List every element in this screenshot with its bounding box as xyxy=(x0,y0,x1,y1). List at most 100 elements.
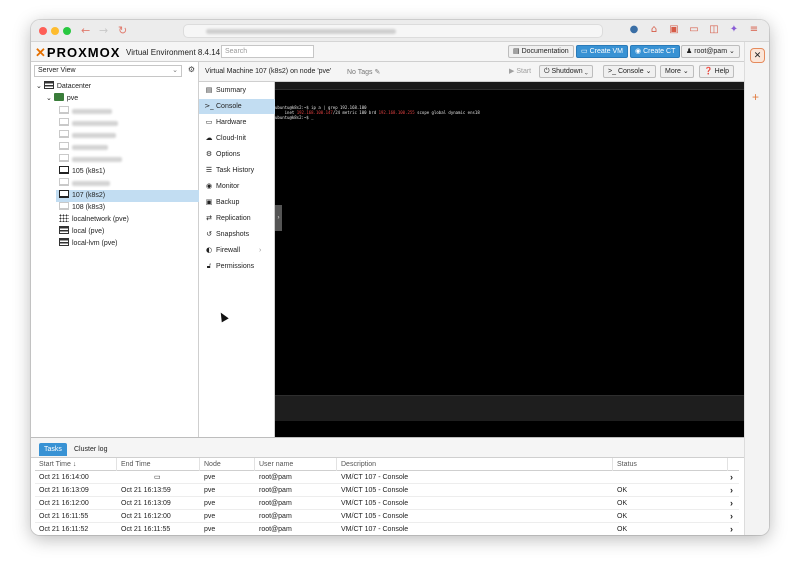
search-input[interactable]: Search xyxy=(221,45,314,58)
window-icon[interactable]: ▭ xyxy=(688,24,700,36)
col-start-time[interactable]: Start Time ↓ xyxy=(35,458,117,471)
vm-console[interactable]: ubuntu@k8s2:~$ ip a | grep 192.168.100 i… xyxy=(275,82,744,437)
tree-item-hidden[interactable] xyxy=(59,130,116,142)
tree-item-local-lvm[interactable]: local-lvm (pve) xyxy=(59,238,118,250)
menu-summary[interactable]: ▤ Summary xyxy=(199,83,275,98)
storage-icon xyxy=(59,238,69,247)
reload-icon[interactable]: ↻ xyxy=(118,24,127,37)
vm-running-icon xyxy=(59,166,69,175)
shutdown-button[interactable]: ⏻ Shutdown ⌄ xyxy=(539,65,593,78)
close-window-button[interactable] xyxy=(39,27,47,35)
minimize-window-button[interactable] xyxy=(51,27,59,35)
menu-monitor[interactable]: ◉ Monitor xyxy=(199,179,275,194)
chevron-right-icon[interactable]: › xyxy=(730,484,733,497)
chevron-right-icon[interactable]: › xyxy=(730,471,733,484)
tree-item-local[interactable]: local (pve) xyxy=(59,226,104,238)
vm-stopped-icon xyxy=(59,202,69,211)
sidebar-icon[interactable]: ◫ xyxy=(708,24,720,36)
create-ct-button[interactable]: ◉ Create CT xyxy=(630,45,681,58)
start-button[interactable]: ▶ Start xyxy=(504,65,536,78)
menu-firewall[interactable]: ◐ Firewall › xyxy=(199,243,275,258)
console-sidebar-toggle[interactable]: › xyxy=(275,205,282,231)
cell-user: root@pam xyxy=(259,487,292,494)
address-bar[interactable] xyxy=(183,24,603,38)
menu-cloud-init[interactable]: ☁ Cloud-Init xyxy=(199,131,275,146)
tree-datacenter[interactable]: ⌄ Datacenter xyxy=(36,81,91,93)
browser-toolbar: ← → ↻ ● ⌂ ▣ ▭ ◫ ✦ ≡ xyxy=(31,20,769,42)
extension-icon[interactable]: ● xyxy=(628,24,640,36)
tab-cluster-log[interactable]: Cluster log xyxy=(69,443,112,456)
ai-icon[interactable]: ✦ xyxy=(728,24,740,36)
tree-item-hidden[interactable] xyxy=(59,118,118,130)
add-icon[interactable]: + xyxy=(752,90,759,104)
documentation-button[interactable]: ▤ Documentation xyxy=(508,45,574,58)
chevron-right-icon[interactable]: › xyxy=(730,510,733,523)
menu-console[interactable]: >_ Console xyxy=(199,99,275,114)
tags-label[interactable]: No Tags ✎ xyxy=(347,68,380,76)
table-row[interactable]: Oct 21 16:12:00 Oct 21 16:13:09 pve root… xyxy=(35,497,739,510)
tree-item-hidden[interactable] xyxy=(59,142,108,154)
menu-backup[interactable]: ▣ Backup xyxy=(199,195,275,210)
cell-desc: VM/CT 107 - Console xyxy=(341,526,409,533)
col-end-time[interactable]: End Time xyxy=(117,458,200,471)
menu-replication[interactable]: ⇄ Replication xyxy=(199,211,275,226)
menu-hardware[interactable]: ▭ Hardware xyxy=(199,115,275,130)
cell-status xyxy=(613,471,617,484)
summary-icon: ▤ xyxy=(205,86,213,94)
menu-permissions[interactable]: 🔓︎ Permissions xyxy=(199,259,275,274)
forward-icon[interactable]: → xyxy=(99,24,108,37)
sort-down-icon: ↓ xyxy=(72,461,77,468)
gear-icon[interactable]: ⚙ xyxy=(186,65,197,77)
menu-task-history[interactable]: ☰ Task History xyxy=(199,163,275,178)
collapse-icon[interactable]: « xyxy=(752,534,758,535)
menu-snapshots[interactable]: ↺ Snapshots xyxy=(199,227,275,242)
home-icon[interactable]: ⌂ xyxy=(648,24,660,36)
proxmox-tab-icon[interactable]: ✕ xyxy=(750,48,765,63)
col-node[interactable]: Node xyxy=(200,458,255,471)
create-vm-button[interactable]: ▭ Create VM xyxy=(576,45,629,58)
console-bottom-bar xyxy=(275,395,744,421)
tasks-tabbar: Tasks Cluster log xyxy=(31,438,744,458)
tree-item-localnetwork[interactable]: localnetwork (pve) xyxy=(59,214,129,226)
console-top-bar xyxy=(275,82,744,90)
chevron-down-icon: ⌄ xyxy=(172,67,178,74)
cell-start: Oct 21 16:11:55 xyxy=(39,513,89,520)
chevron-right-icon[interactable]: › xyxy=(730,497,733,510)
pencil-icon[interactable]: ✎ xyxy=(375,69,381,76)
table-row[interactable]: Oct 21 16:11:52 Oct 21 16:11:55 pve root… xyxy=(35,523,739,535)
table-row[interactable]: Oct 21 16:14:00 ▭ pve root@pam VM/CT 107… xyxy=(35,471,739,484)
view-selector[interactable]: Server View ⌄ xyxy=(34,65,182,77)
table-row[interactable]: Oct 21 16:11:55 Oct 21 16:12:00 pve root… xyxy=(35,510,739,523)
terminal-output[interactable]: ubuntu@k8s2:~$ ip a | grep 192.168.100 i… xyxy=(275,105,480,120)
menu-options[interactable]: ⚙ Options xyxy=(199,147,275,162)
tree-item-hidden[interactable] xyxy=(59,154,122,166)
cell-user: root@pam xyxy=(259,513,292,520)
gear-icon: ⚙ xyxy=(205,150,213,158)
tree-node-pve[interactable]: ⌄ pve xyxy=(46,93,78,105)
tasks-header: Start Time ↓ End Time Node User name Des… xyxy=(35,458,739,471)
col-user-name[interactable]: User name xyxy=(255,458,337,471)
table-row[interactable]: Oct 21 16:13:09 Oct 21 16:13:59 pve root… xyxy=(35,484,739,497)
chevron-right-icon[interactable]: › xyxy=(730,523,733,535)
tab-tasks[interactable]: Tasks xyxy=(39,443,67,456)
unlock-icon: 🔓︎ xyxy=(206,262,212,270)
briefcase-icon[interactable]: ▣ xyxy=(668,24,680,36)
help-button[interactable]: ❓ Help xyxy=(699,65,735,78)
console-button[interactable]: >_ Console ⌄ xyxy=(603,65,657,78)
cell-node: pve xyxy=(204,474,216,481)
col-description[interactable]: Description xyxy=(337,458,613,471)
menu-icon[interactable]: ≡ xyxy=(748,24,760,36)
tree-item-vm-107[interactable]: 107 (k8s2) xyxy=(56,190,199,202)
tree-item-hidden[interactable] xyxy=(59,178,110,190)
user-menu-button[interactable]: ♟ root@pam ⌄ xyxy=(681,45,740,58)
back-icon[interactable]: ← xyxy=(81,24,90,37)
col-status[interactable]: Status xyxy=(613,458,728,471)
maximize-window-button[interactable] xyxy=(63,27,71,35)
version-label: Virtual Environment 8.4.14 xyxy=(126,48,221,57)
tree-item-vm-105[interactable]: 105 (k8s1) xyxy=(59,166,105,178)
more-button[interactable]: More ⌄ xyxy=(660,65,694,78)
tree-item-hidden[interactable] xyxy=(59,106,112,118)
tree-item-vm-108[interactable]: 108 (k8s3) xyxy=(59,202,105,214)
cell-status: OK xyxy=(617,500,628,507)
console-icon: >_ xyxy=(204,102,214,110)
